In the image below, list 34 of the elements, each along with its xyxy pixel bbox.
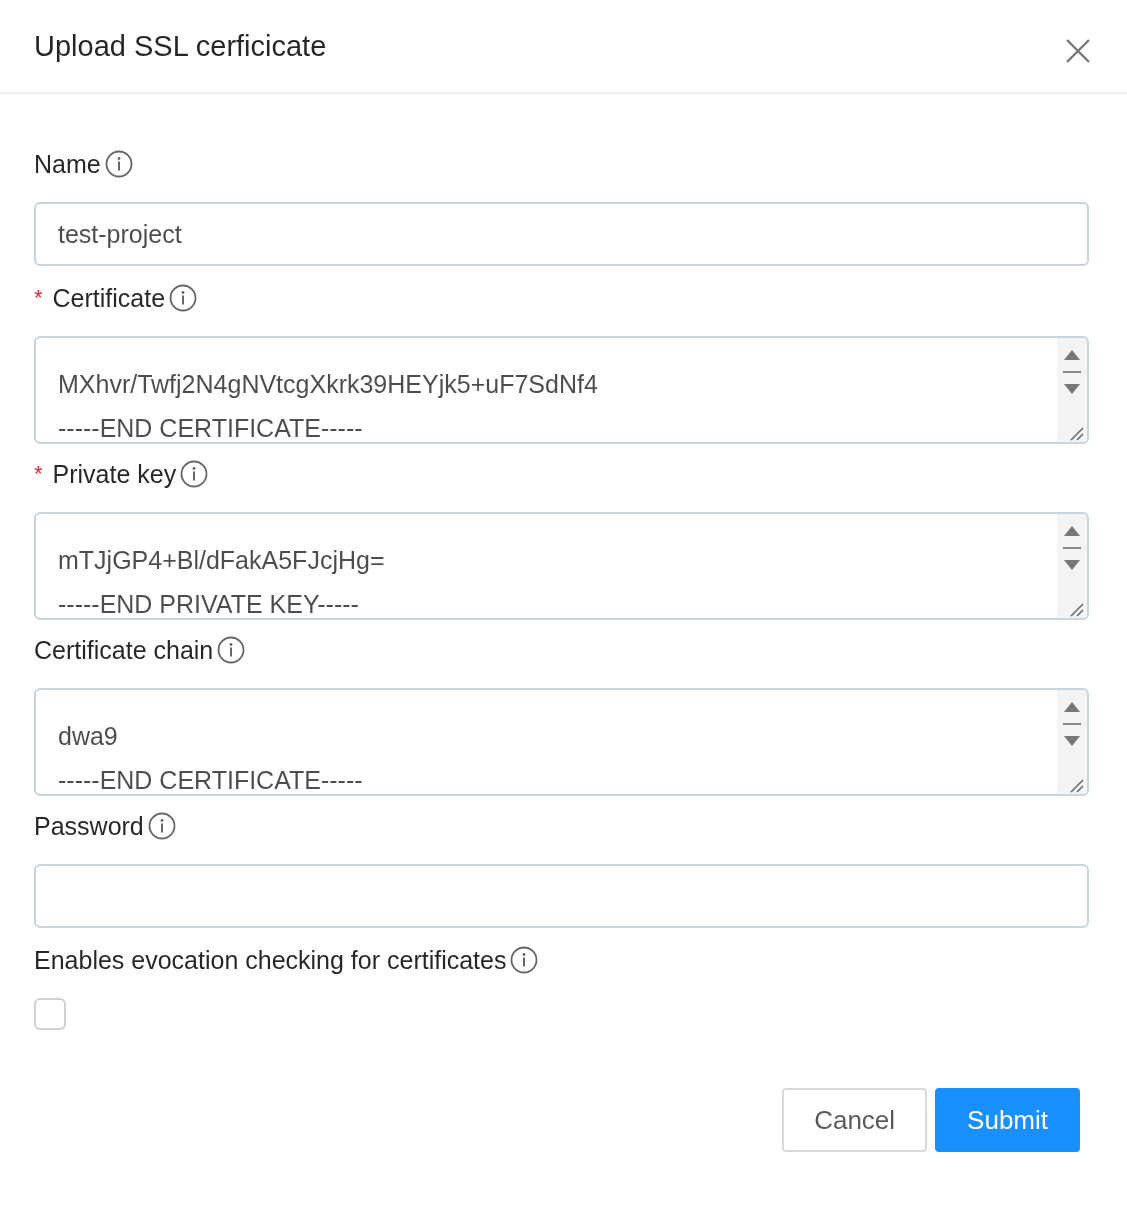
- text-area[interactable]: mTJjGP4+Bl/dFakA5FJcjHg= -----END PRIVATE KEY-----: [34, 512, 1089, 620]
- required-asterisk: *: [34, 460, 43, 488]
- field-label: Private key: [52, 459, 177, 490]
- checkbox[interactable]: [34, 998, 66, 1030]
- text-field[interactable]: [34, 864, 1089, 928]
- text-area[interactable]: MXhvr/Twfj2N4gNVtcgXkrk39HEYjk5+uF7SdNf4 -----END CERTIFICATE-----: [34, 336, 1089, 444]
- cancel-button[interactable]: Cancel: [782, 1088, 928, 1152]
- text-line: mTJjGP4+Bl/dFakA5FJcjHg=: [58, 545, 386, 576]
- text-line: -----END PRIVATE KEY-----: [58, 589, 360, 618]
- text-field[interactable]: test-project: [34, 202, 1089, 266]
- field-label: Certificate chain: [34, 635, 214, 666]
- info-icon[interactable]: [180, 460, 209, 488]
- text-line: -----END CERTIFICATE-----: [58, 413, 364, 442]
- field-label: Enables evocation checking for certificates: [34, 945, 507, 976]
- field-label: Certificate: [52, 283, 166, 314]
- dialog-title: Upload SSL cerficicate: [34, 28, 327, 64]
- text-line: MXhvr/Twfj2N4gNVtcgXkrk39HEYjk5+uF7SdNf4: [58, 369, 599, 400]
- scroll-down-icon[interactable]: [1062, 382, 1082, 396]
- info-icon[interactable]: [147, 812, 176, 840]
- field-label: Password: [34, 811, 144, 842]
- text-line: dwa9: [58, 721, 119, 752]
- info-icon[interactable]: [104, 150, 133, 178]
- field-label: Name: [34, 149, 101, 180]
- required-asterisk: *: [34, 284, 43, 312]
- scroll-up-icon[interactable]: [1062, 700, 1082, 714]
- info-icon[interactable]: [510, 946, 539, 974]
- text-area[interactable]: dwa9 -----END CERTIFICATE-----: [34, 688, 1089, 796]
- scroll-up-icon[interactable]: [1062, 524, 1082, 538]
- info-icon[interactable]: [217, 636, 246, 664]
- text-line: -----END CERTIFICATE-----: [58, 765, 364, 794]
- scroll-down-icon[interactable]: [1062, 558, 1082, 572]
- info-icon[interactable]: [169, 284, 198, 312]
- scroll-down-icon[interactable]: [1062, 734, 1082, 748]
- scroll-up-icon[interactable]: [1062, 348, 1082, 362]
